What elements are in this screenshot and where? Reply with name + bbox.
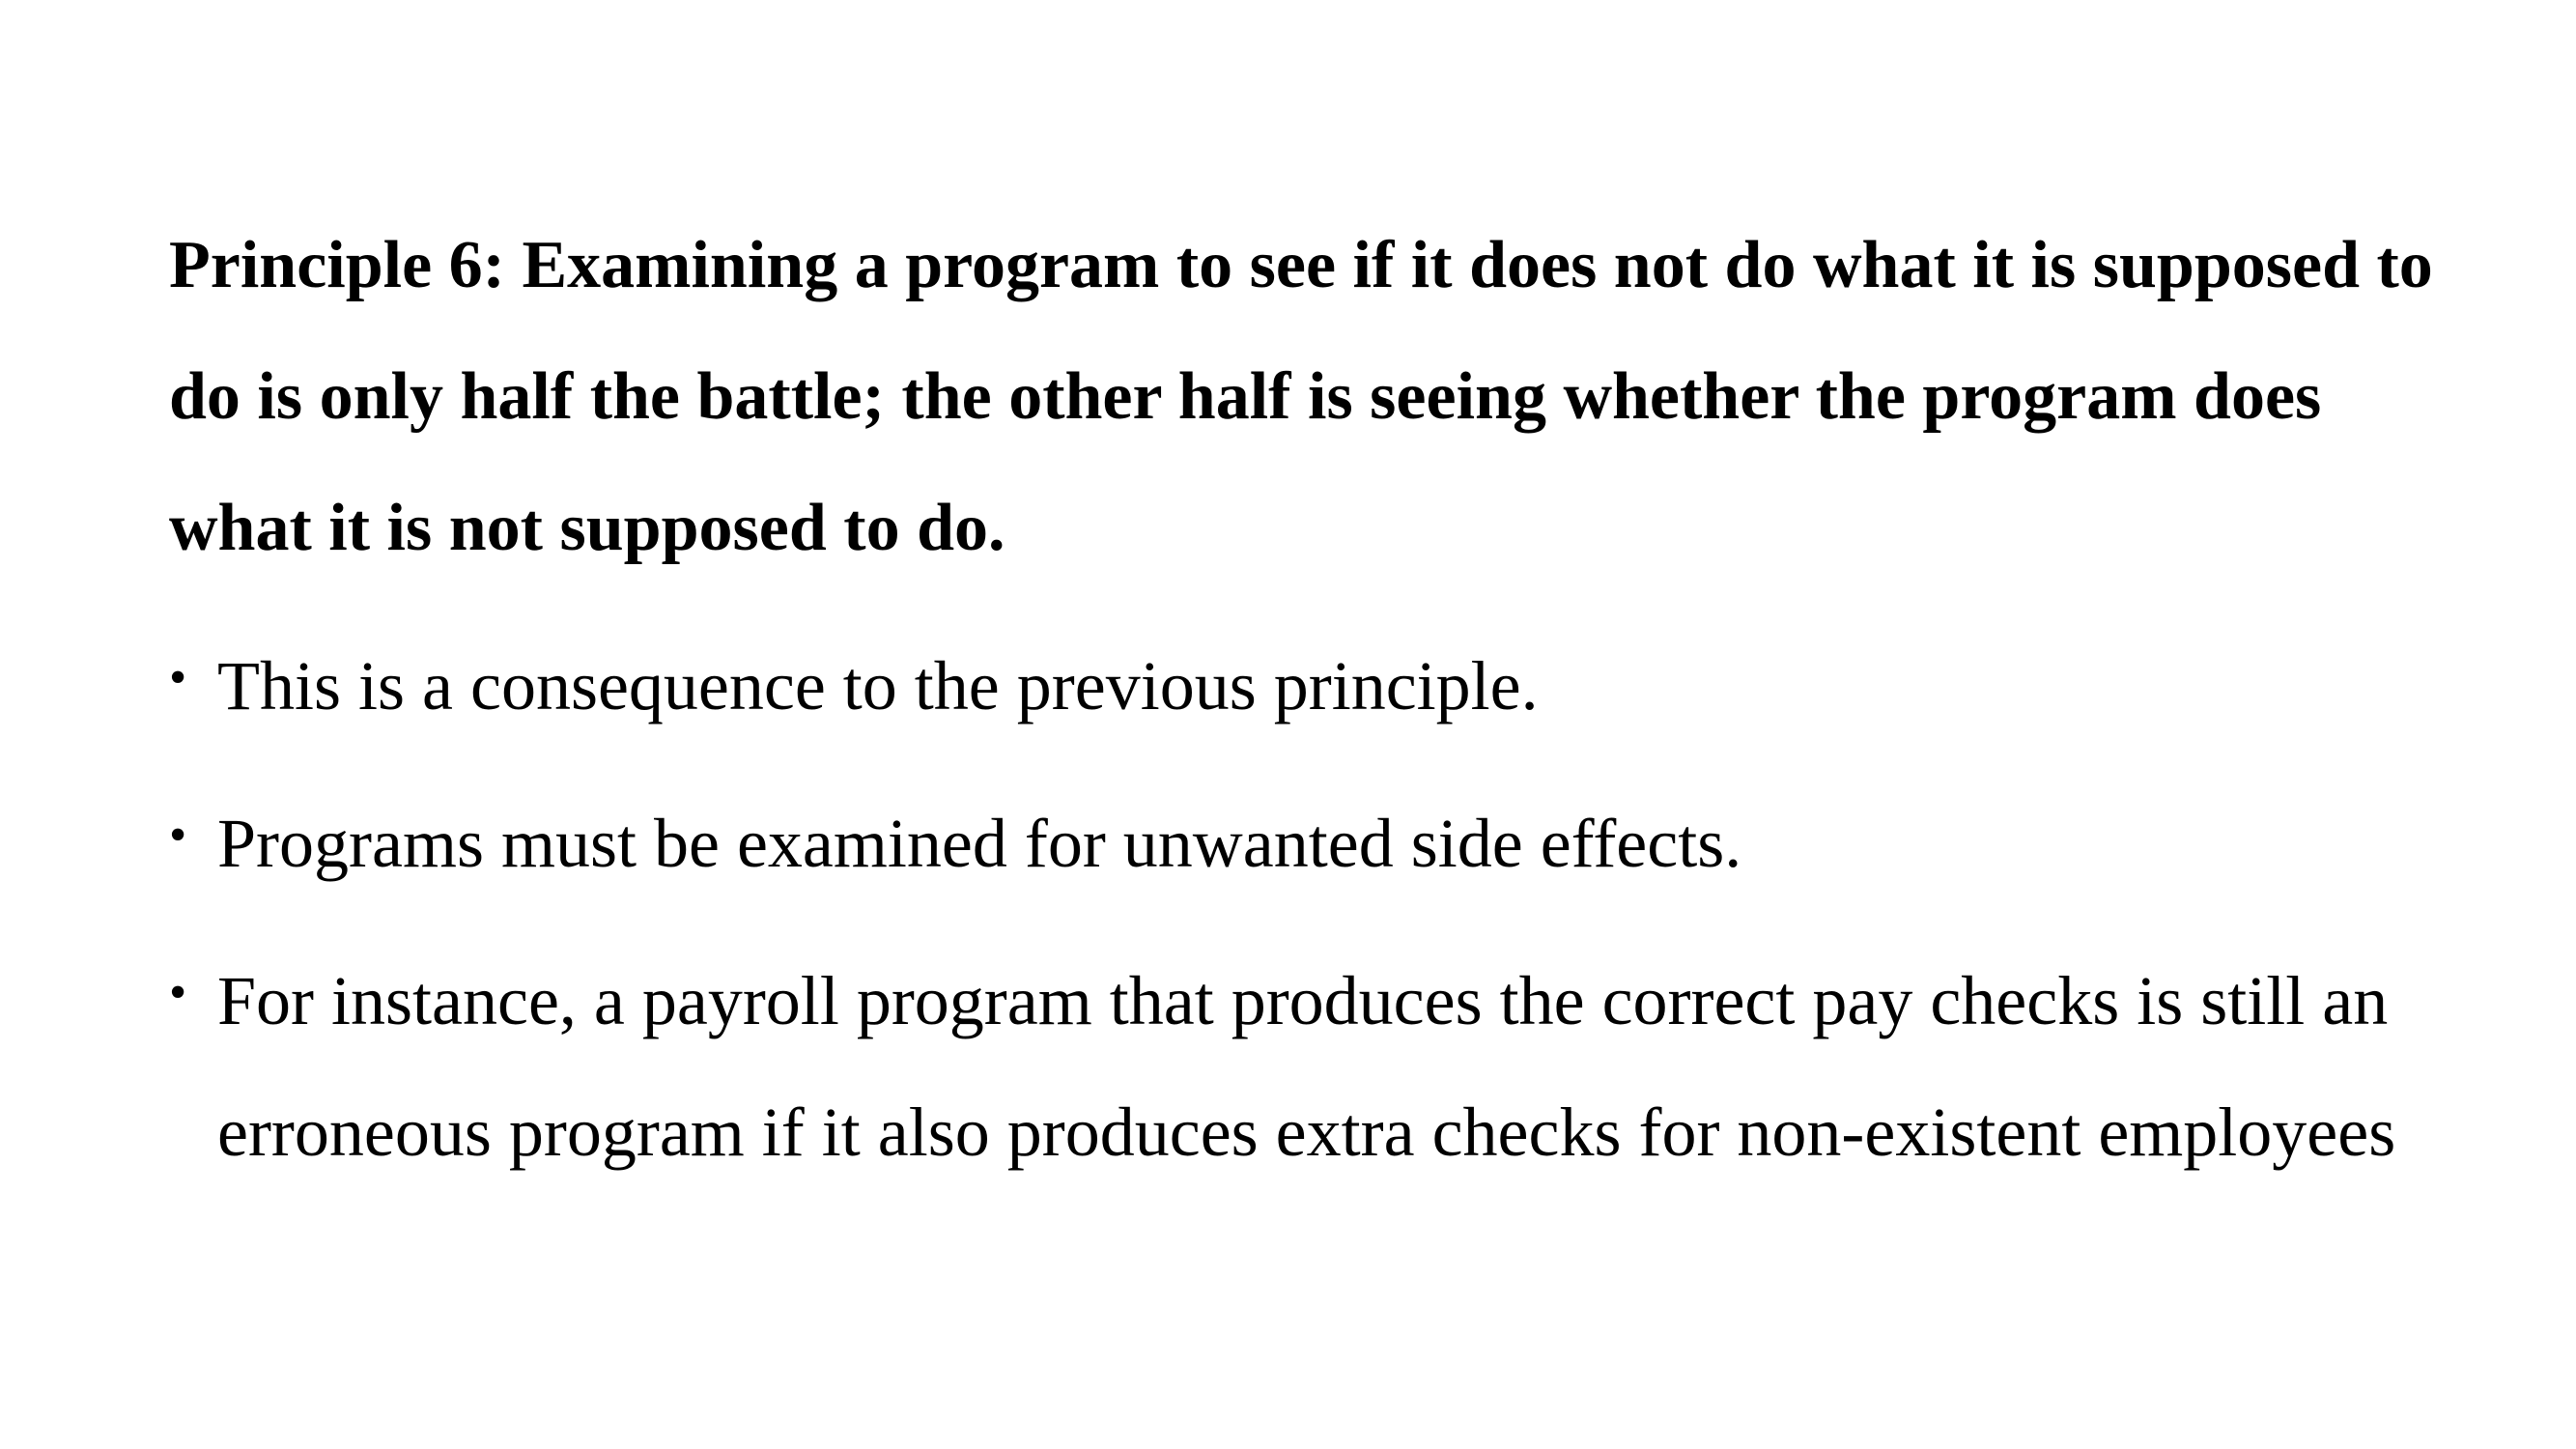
bullet-icon: •: [169, 650, 187, 705]
bullet-text: This is a consequence to the previous pr…: [217, 647, 1539, 724]
slide: Principle 6: Examining a program to see …: [0, 0, 2576, 1449]
bullet-item: • For instance, a payroll program that p…: [169, 935, 2468, 1198]
bullet-text: For instance, a payroll program that pro…: [217, 962, 2396, 1171]
bullet-item: • Programs must be examined for unwanted…: [169, 778, 2468, 909]
slide-content: Principle 6: Examining a program to see …: [169, 200, 2468, 1198]
bullet-icon: •: [169, 965, 187, 1020]
bullet-item: • This is a consequence to the previous …: [169, 620, 2468, 752]
principle-heading: Principle 6: Examining a program to see …: [169, 228, 2433, 565]
bullet-icon: •: [169, 808, 187, 863]
bullet-list: • This is a consequence to the previous …: [169, 620, 2468, 1198]
bullet-text: Programs must be examined for unwanted s…: [217, 805, 1742, 882]
